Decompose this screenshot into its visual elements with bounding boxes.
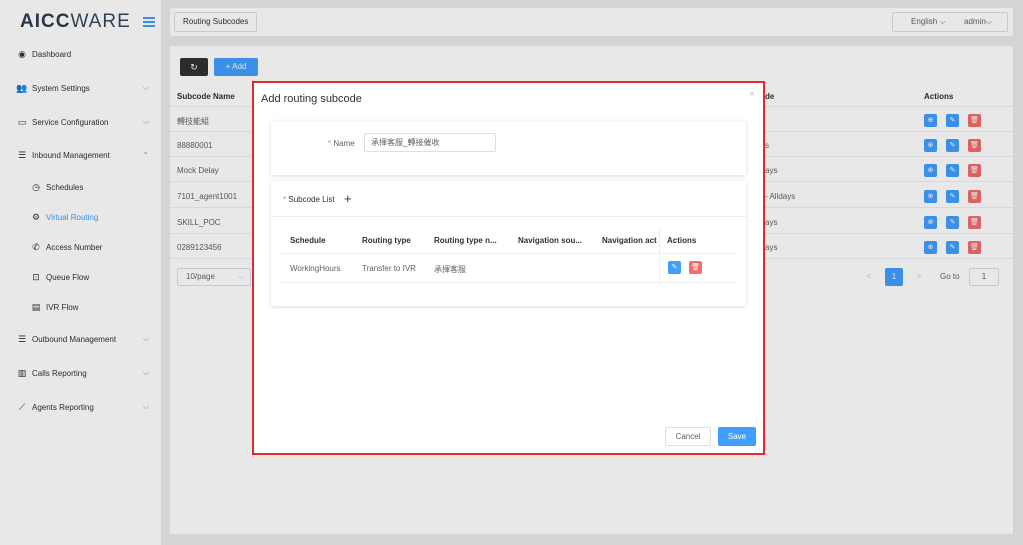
required-mark: * <box>328 139 332 148</box>
edit-icon[interactable]: ✎ <box>668 261 681 274</box>
column-header-navigation-source: Navigation sou... <box>518 236 583 245</box>
name-label: * Name <box>328 139 355 148</box>
column-header-schedule: Schedule <box>290 236 326 245</box>
subcode-list-card: * Subcode List + Schedule Routing type R… <box>271 181 746 306</box>
add-routing-subcode-dialog: Add routing subcode × * Name 承揮客服_轉接催收 *… <box>252 81 765 455</box>
name-card: * Name 承揮客服_轉接催收 <box>271 121 746 175</box>
delete-icon[interactable]: 🗑 <box>689 261 702 274</box>
dialog-title: Add routing subcode <box>261 93 362 105</box>
cancel-button[interactable]: Cancel <box>665 427 711 446</box>
cell-routing-type-name: 承揮客服 <box>434 265 466 274</box>
subcode-list-label: * Subcode List <box>283 195 335 204</box>
fixed-column-separator <box>659 229 660 285</box>
row-divider <box>281 282 736 283</box>
subcode-list-label-text: Subcode List <box>288 195 335 204</box>
column-header-routing-type-name: Routing type n... <box>434 236 497 245</box>
card-divider <box>271 216 746 217</box>
cell-schedule: WorkingHours <box>290 264 341 273</box>
row-divider <box>281 253 736 254</box>
name-label-text: Name <box>333 139 355 148</box>
add-subcode-icon[interactable]: + <box>344 191 352 206</box>
save-button[interactable]: Save <box>718 427 756 446</box>
name-input[interactable]: 承揮客服_轉接催收 <box>364 133 496 152</box>
column-header-actions: Actions <box>667 236 697 245</box>
column-header-routing-type: Routing type <box>362 236 411 245</box>
required-mark: * <box>283 195 287 204</box>
cell-routing-type: Transfer to IVR <box>362 264 416 273</box>
close-icon[interactable]: × <box>749 89 755 100</box>
column-header-navigation-action: Navigation act <box>602 236 657 245</box>
